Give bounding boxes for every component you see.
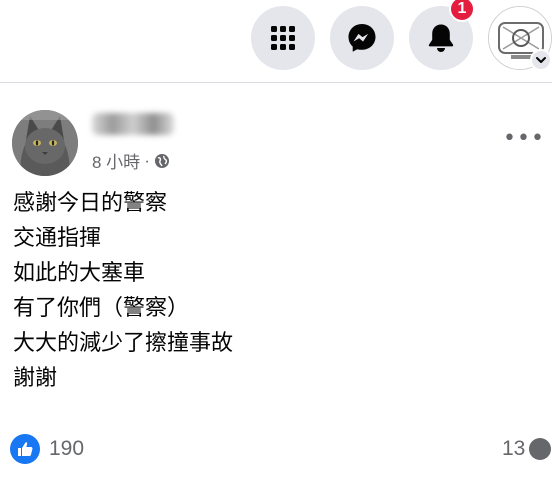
grid-menu-icon [271,26,295,50]
messenger-icon [348,24,376,52]
cat-avatar [12,110,78,176]
notification-badge: 1 [449,0,475,22]
author-name-redacted[interactable] [92,113,174,135]
menu-button[interactable] [251,6,315,70]
post-body: 感謝今日的警察 交通指揮 如此的大塞車 有了你們（警察） 大大的減少了擦撞事故 … [13,186,233,396]
chevron-down-icon [536,57,546,63]
reactions-summary[interactable]: 190 [10,434,84,464]
post-card: 8 小時 · ••• 感謝今日的警察 交通指揮 如此的大塞車 有了你們（警察） … [0,83,552,480]
comment-icon [529,438,552,460]
post-meta: 8 小時 · [92,148,170,173]
meta-separator: · [144,150,150,170]
comments-summary[interactable]: 13 [502,437,552,461]
post-line: 交通指揮 [13,226,102,251]
like-icon [10,434,40,464]
post-line: 大大的減少了擦撞事故 [13,331,234,356]
top-navigation-bar: 1 [0,0,552,83]
notifications-button[interactable]: 1 [409,0,475,70]
post-more-button[interactable]: ••• [503,125,545,151]
messenger-button[interactable] [330,6,394,70]
comment-count: 13 [502,437,526,460]
bell-icon [428,24,454,52]
post-time[interactable]: 8 小時 [92,148,140,173]
author-avatar[interactable] [12,110,78,176]
account-menu-caret[interactable] [530,49,552,71]
reaction-count: 190 [49,437,85,460]
post-line: 有了你們（警察） [13,296,190,321]
post-line: 謝謝 [13,366,58,391]
globe-icon [154,153,169,168]
post-line: 感謝今日的警察 [13,191,168,216]
more-horizontal-icon: ••• [503,125,545,151]
post-line: 如此的大塞車 [13,261,146,286]
